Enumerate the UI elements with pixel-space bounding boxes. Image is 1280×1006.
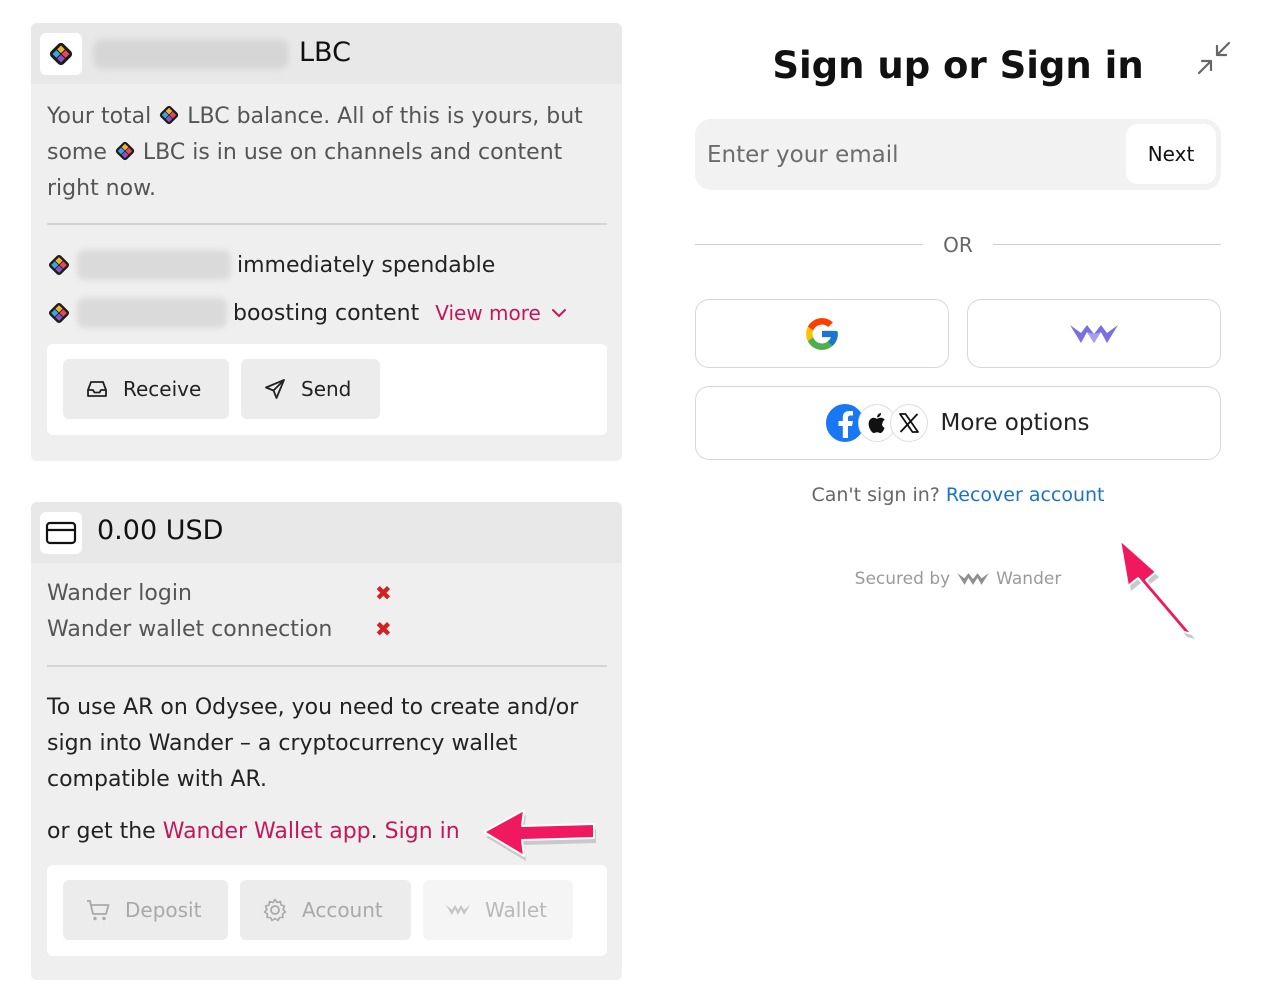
- deposit-label: Deposit: [125, 898, 202, 922]
- signin-title: Sign up or Sign in: [772, 44, 1144, 87]
- wander-icon: [1070, 324, 1118, 343]
- divider: [47, 665, 607, 667]
- redacted-balance: [93, 39, 289, 69]
- receive-button[interactable]: Receive: [63, 359, 229, 419]
- social-icons: [826, 404, 929, 442]
- usd-wallet-card: 0.00 USD Wander login ✖ Wander wallet co…: [31, 502, 622, 980]
- redacted-amount: [77, 298, 227, 328]
- inbox-icon: [87, 381, 107, 397]
- view-more-link[interactable]: View more: [435, 301, 567, 325]
- wander-wallet-app-link[interactable]: Wander Wallet app: [163, 819, 371, 844]
- lbc-balance-card: LBC Your total LBC balance. All of this …: [31, 23, 622, 461]
- recover-account-link[interactable]: Recover account: [946, 484, 1105, 506]
- sign-in-link[interactable]: Sign in: [385, 819, 460, 844]
- credit-card-icon: [40, 512, 82, 554]
- annotation-arrow: [1119, 539, 1195, 639]
- cant-signin-text: Can't sign in?: [811, 484, 940, 506]
- usd-balance-title: 0.00 USD: [97, 515, 224, 546]
- x-icon: [890, 404, 929, 442]
- status-wander-wallet: Wander wallet connection ✖: [47, 617, 392, 642]
- or-divider-left: [695, 244, 923, 245]
- chevron-down-icon: [551, 309, 566, 318]
- wallet-label: Wallet: [485, 898, 548, 922]
- secured-label: Secured by: [854, 569, 951, 589]
- balance-row-boosting: boosting content View more: [47, 296, 567, 330]
- brand-label: Wander: [996, 569, 1062, 589]
- or-label: OR: [943, 233, 973, 257]
- more-options-button[interactable]: More options: [695, 386, 1221, 460]
- wander-signin-button[interactable]: [967, 299, 1221, 368]
- lbc-actions-panel: Receive Send: [47, 344, 607, 435]
- wander-icon: [446, 905, 470, 915]
- send-label: Send: [301, 377, 352, 401]
- usd-actions-panel: Deposit Account Wallet: [47, 865, 607, 956]
- deposit-button[interactable]: Deposit: [63, 880, 228, 940]
- annotation-arrow: [483, 809, 596, 861]
- balance-description: Your total LBC balance. All of this is y…: [47, 99, 612, 207]
- lbc-icon: [115, 141, 135, 161]
- lbc-icon: [49, 303, 69, 323]
- wander-icon: [957, 573, 989, 585]
- error-x-icon: ✖: [375, 581, 392, 605]
- wallet-button[interactable]: Wallet: [423, 880, 573, 940]
- status-wander-login: Wander login ✖: [47, 581, 392, 606]
- row-label: boosting content: [233, 300, 420, 326]
- lbc-icon: [49, 255, 69, 275]
- error-x-icon: ✖: [375, 617, 392, 641]
- collapse-icon[interactable]: [1196, 40, 1232, 76]
- email-form: Next: [695, 119, 1221, 190]
- row-label: immediately spendable: [237, 252, 496, 278]
- account-label: Account: [302, 898, 383, 922]
- email-input[interactable]: [707, 133, 1107, 177]
- status-label: Wander wallet connection: [47, 617, 333, 642]
- recover-prompt: Can't sign in? Recover account: [700, 484, 1216, 506]
- lbc-icon: [160, 105, 179, 125]
- redacted-amount: [77, 250, 231, 280]
- or-divider-right: [993, 244, 1221, 245]
- divider: [47, 223, 607, 225]
- usd-card-header: 0.00 USD: [31, 502, 622, 563]
- send-icon: [265, 379, 285, 399]
- cta-prefix: or get the: [47, 819, 163, 844]
- wander-info-text: To use AR on Odysee, you need to create …: [47, 695, 579, 792]
- gear-icon: [263, 898, 287, 922]
- balance-row-spendable: immediately spendable: [47, 248, 495, 282]
- more-options-label: More options: [940, 410, 1090, 436]
- lbc-card-header: LBC: [31, 23, 622, 84]
- account-button[interactable]: Account: [240, 880, 411, 940]
- lbc-icon: [40, 33, 82, 75]
- card-title: LBC: [299, 37, 351, 68]
- status-label: Wander login: [47, 581, 192, 606]
- google-icon: [806, 317, 838, 350]
- cta-separator: .: [370, 819, 385, 844]
- cart-icon: [87, 900, 110, 921]
- view-more-label: View more: [435, 301, 541, 325]
- send-button[interactable]: Send: [241, 359, 380, 419]
- desc-part: Your total: [47, 104, 159, 129]
- next-button[interactable]: Next: [1126, 124, 1216, 184]
- google-signin-button[interactable]: [695, 299, 949, 368]
- receive-label: Receive: [123, 377, 202, 401]
